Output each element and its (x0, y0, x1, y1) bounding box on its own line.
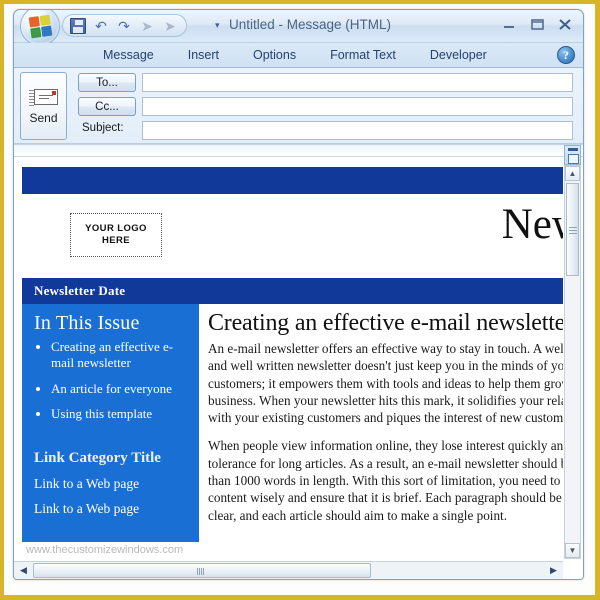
sidebar-link-1[interactable]: Link to a Web page (34, 476, 189, 492)
newsletter-columns: In This Issue Creating an effective e-ma… (22, 304, 563, 542)
newsletter-title: Newsletter (501, 201, 563, 248)
window-title: Untitled - Message (HTML) (229, 17, 392, 32)
send-label: Send (29, 111, 58, 125)
logo-placeholder[interactable]: YOUR LOGO HERE (70, 213, 162, 257)
newsletter-top-bar (22, 167, 563, 194)
office-orb-icon (28, 14, 53, 39)
logo-line-2: HERE (101, 235, 130, 246)
in-this-issue-list: Creating an effective e-mail newsletter … (34, 339, 189, 422)
send-envelope-icon (28, 87, 59, 108)
newsletter-document: YOUR LOGO HERE Newsletter Newsletter Dat… (14, 158, 563, 559)
minimize-button[interactable] (500, 16, 519, 32)
in-this-issue-heading: In This Issue (34, 312, 140, 334)
sidebar-link-2[interactable]: Link to a Web page (34, 501, 189, 517)
cc-button[interactable]: Cc... (78, 97, 136, 116)
newsletter-date-bar: Newsletter Date (22, 278, 563, 304)
quick-access-toolbar: ↶ ↷ ➤ ➤ (62, 14, 187, 37)
article-title: Creating an effective e-mail newsletter (208, 310, 563, 336)
article-paragraph: When people view information online, the… (208, 438, 563, 523)
outlook-message-window: ↶ ↷ ➤ ➤ ▾ Untitled - Message (HTML) Mess… (13, 9, 584, 580)
scroll-right-icon[interactable]: ▶ (546, 563, 561, 578)
send-button[interactable]: Send (20, 72, 67, 140)
logo-line-1: YOUR LOGO (85, 223, 147, 235)
scroll-left-icon[interactable]: ◀ (16, 563, 31, 578)
horizontal-scrollbar-thumb[interactable] (33, 563, 371, 578)
article-paragraph: An e-mail newsletter offers an effective… (208, 341, 563, 426)
tab-format-text[interactable]: Format Text (313, 43, 413, 68)
newsletter-sidebar: In This Issue Creating an effective e-ma… (22, 304, 199, 542)
undo-icon[interactable]: ↶ (93, 18, 109, 34)
subject-row: Subject: (78, 120, 573, 142)
cc-input[interactable] (143, 99, 572, 117)
message-body-editor[interactable]: YOUR LOGO HERE Newsletter Newsletter Dat… (14, 144, 583, 579)
horizontal-scrollbar[interactable]: ◀ ▶ (14, 561, 563, 579)
quick-access-overflow-icon[interactable]: ▾ (215, 20, 220, 31)
frame-inner: ↶ ↷ ➤ ➤ ▾ Untitled - Message (HTML) Mess… (4, 4, 595, 595)
message-header-area: Send To... Cc... Subject: (14, 68, 583, 144)
subject-field[interactable] (142, 121, 573, 141)
help-icon[interactable]: ? (557, 46, 575, 64)
vertical-scrollbar-thumb[interactable] (566, 183, 579, 276)
list-item[interactable]: An article for everyone (51, 381, 189, 397)
subject-label: Subject: (82, 122, 124, 134)
previous-item-icon[interactable]: ➤ (139, 18, 155, 34)
list-item[interactable]: Using this template (51, 406, 189, 422)
scroll-down-icon[interactable]: ▼ (565, 543, 580, 558)
cc-field[interactable] (142, 97, 573, 117)
title-bar: ↶ ↷ ➤ ➤ ▾ Untitled - Message (HTML) (14, 10, 583, 46)
to-row: To... (78, 72, 573, 94)
tab-message[interactable]: Message (86, 43, 171, 68)
horizontal-scrollbar-track[interactable] (33, 563, 544, 578)
to-field[interactable] (142, 73, 573, 93)
cc-row: Cc... (78, 96, 573, 118)
scroll-up-icon[interactable]: ▲ (565, 166, 580, 181)
window-controls (500, 16, 575, 32)
close-button[interactable] (556, 16, 575, 32)
editor-top-strip (14, 145, 583, 157)
outer-gold-frame: ↶ ↷ ➤ ➤ ▾ Untitled - Message (HTML) Mess… (0, 0, 600, 600)
tab-options[interactable]: Options (236, 43, 313, 68)
to-input[interactable] (143, 75, 572, 93)
subject-input[interactable] (143, 123, 572, 141)
maximize-button[interactable] (528, 16, 547, 32)
save-icon[interactable] (70, 17, 86, 34)
next-item-icon[interactable]: ➤ (162, 18, 178, 34)
link-category-title: Link Category Title (34, 450, 161, 466)
ribbon-tabs: Message Insert Options Format Text Devel… (86, 43, 504, 68)
tab-developer[interactable]: Developer (413, 43, 504, 68)
list-item[interactable]: Creating an effective e-mail newsletter (51, 339, 189, 372)
newsletter-page: YOUR LOGO HERE Newsletter Newsletter Dat… (22, 167, 563, 542)
office-orb-button[interactable] (20, 10, 60, 46)
redo-icon[interactable]: ↷ (116, 18, 132, 34)
newsletter-article: Creating an effective e-mail newsletter … (199, 304, 563, 542)
vertical-scrollbar[interactable]: ▲ ▼ (564, 165, 581, 559)
to-button[interactable]: To... (78, 73, 136, 92)
newsletter-masthead: YOUR LOGO HERE Newsletter (22, 194, 563, 278)
tab-insert[interactable]: Insert (171, 43, 236, 68)
split-window-button[interactable] (564, 145, 581, 165)
ribbon-tab-bar: Message Insert Options Format Text Devel… (14, 43, 583, 68)
